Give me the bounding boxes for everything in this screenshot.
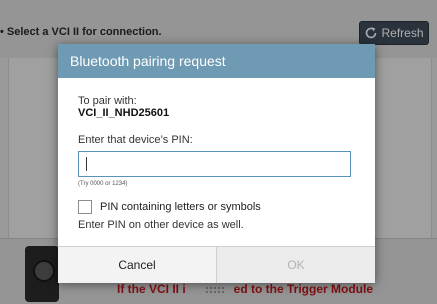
pin-letters-label[interactable]: PIN containing letters or symbols — [100, 201, 261, 213]
dialog-button-row: Cancel OK — [58, 246, 375, 283]
screen: • Select a VCI II for connection. Refres… — [0, 0, 437, 304]
bluetooth-pairing-dialog: Bluetooth pairing request To pair with: … — [58, 44, 375, 283]
ok-button[interactable]: OK — [217, 247, 375, 283]
pin-label: Enter that device’s PIN: — [78, 134, 193, 146]
pin-input[interactable] — [78, 151, 351, 177]
pin-letters-checkbox[interactable] — [78, 200, 92, 214]
device-name: VCI_II_NHD25601 — [78, 107, 170, 119]
cancel-button[interactable]: Cancel — [58, 247, 217, 283]
text-caret — [86, 157, 87, 171]
pin-hint: (Try 0000 or 1234) — [78, 181, 128, 187]
pin-note: Enter PIN on other device as well. — [78, 219, 244, 231]
pair-with-label: To pair with: — [78, 95, 137, 107]
dialog-title: Bluetooth pairing request — [58, 44, 375, 78]
